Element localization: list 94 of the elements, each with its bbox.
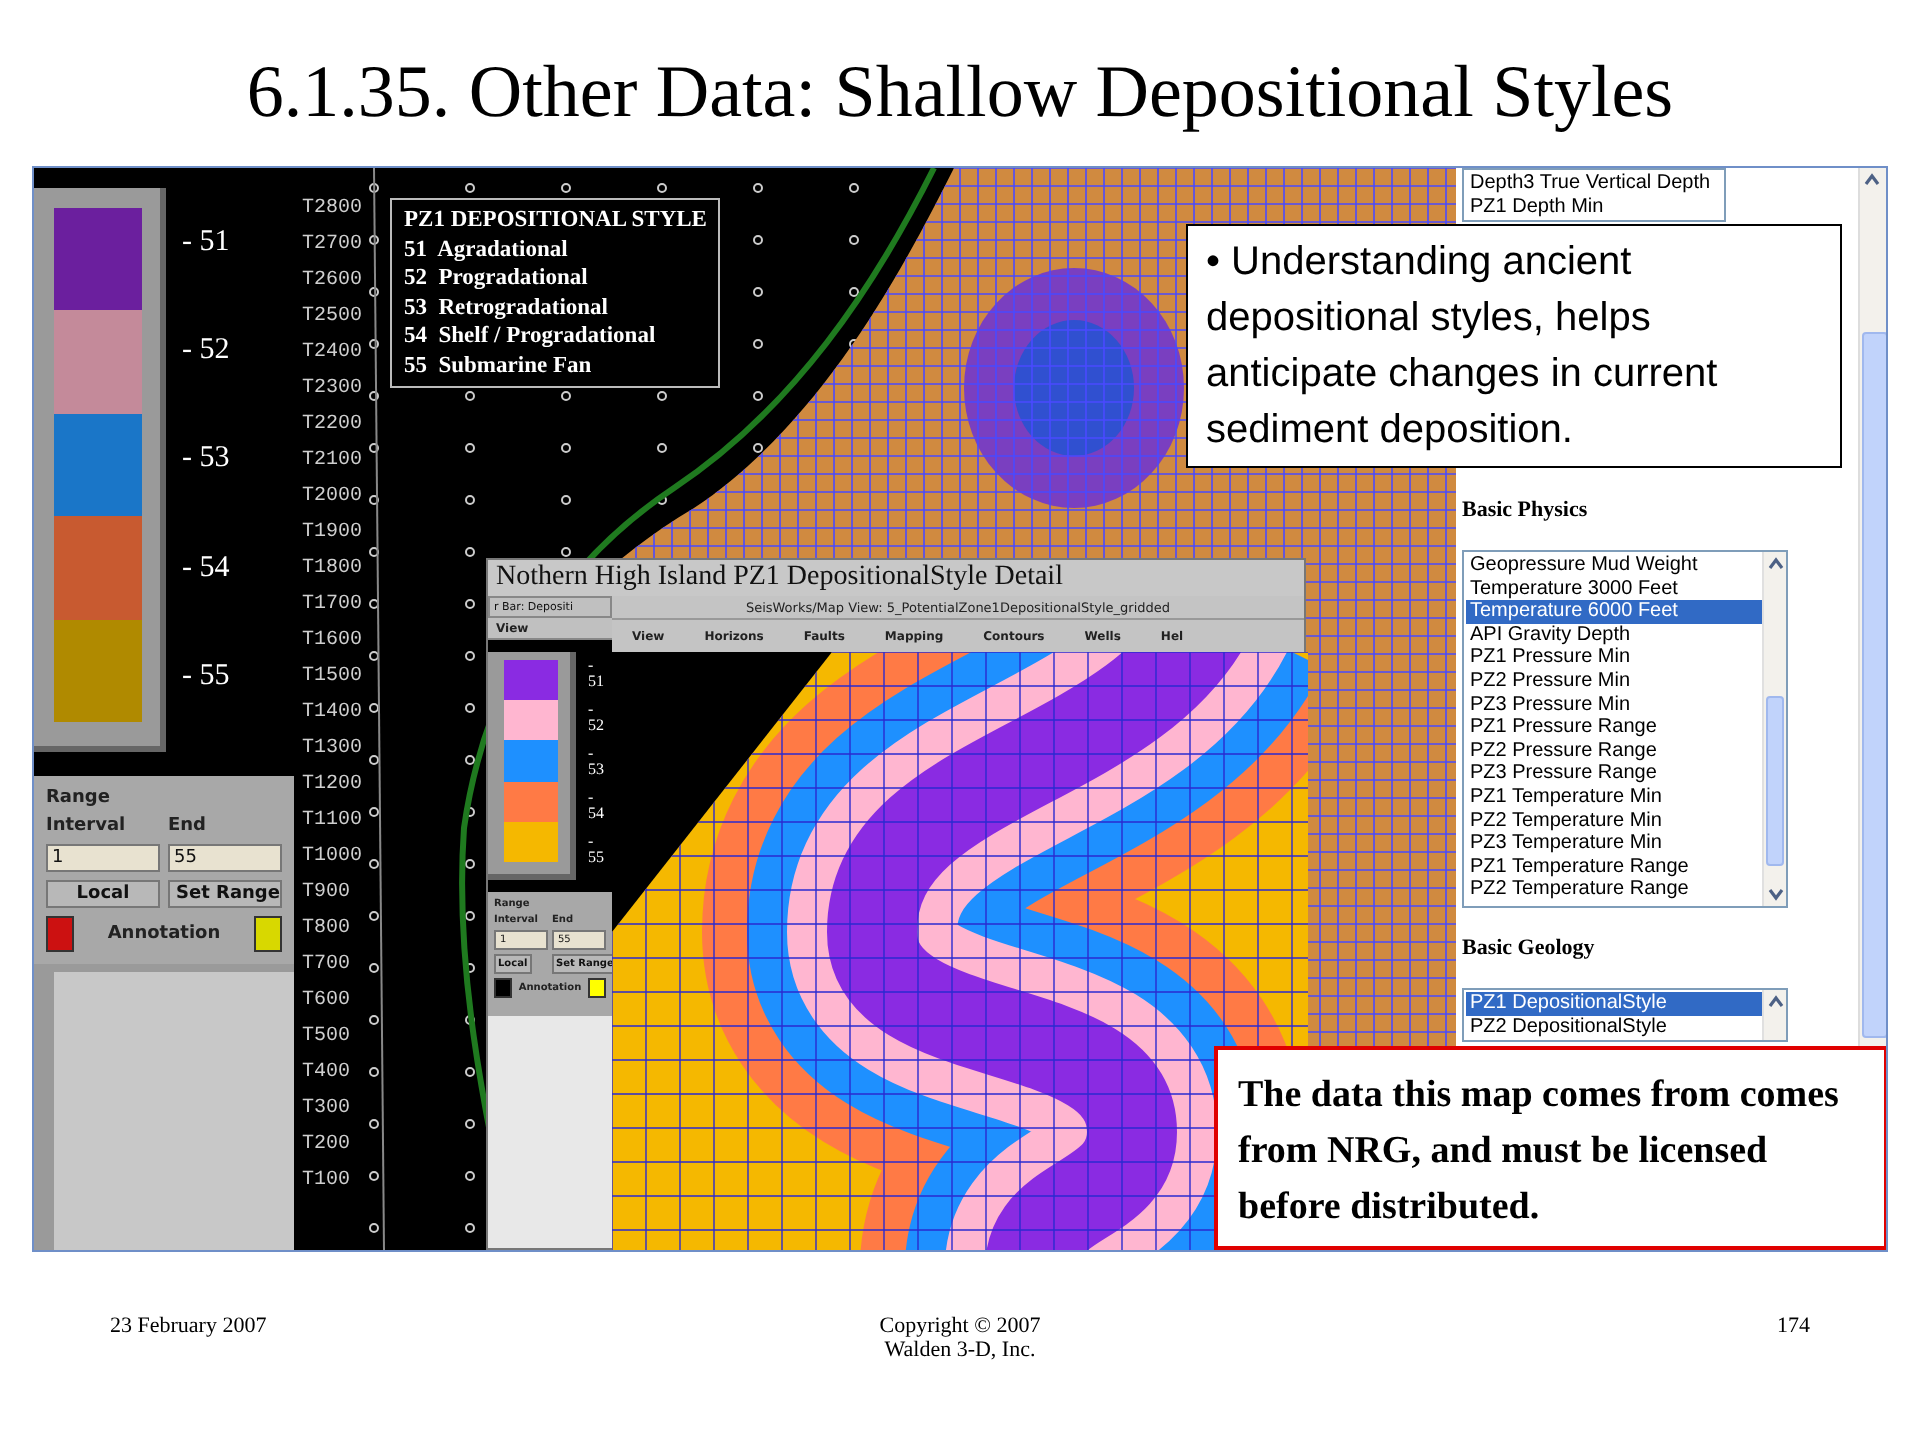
map-label: T1000 xyxy=(302,846,363,868)
list-item[interactable]: PZ1 DepositionalStyle xyxy=(1466,992,1762,1016)
map-label: T1400 xyxy=(302,702,363,724)
map-label: T1300 xyxy=(302,738,363,760)
list-item[interactable]: API Gravity Depth xyxy=(1466,623,1762,647)
section-heading: Basic Geology xyxy=(1462,936,1597,960)
range-heading: Range xyxy=(46,788,112,808)
list-item[interactable]: PZ1 Pressure Range xyxy=(1466,716,1762,740)
input-field[interactable]: 55 xyxy=(168,844,282,872)
list-box[interactable]: Depth3 True Vertical Depth PZ1 Depth Min xyxy=(1462,168,1726,222)
color-swatch[interactable] xyxy=(494,978,512,998)
map-label: T1700 xyxy=(302,594,363,616)
legend-title: PZ1 DEPOSITIONAL STYLE xyxy=(404,206,707,235)
map-label: T700 xyxy=(302,954,351,976)
scale-label: - 51 xyxy=(182,227,232,258)
list-item[interactable]: PZ2 Pressure Min xyxy=(1466,669,1762,694)
set-range-button[interactable]: Set Range xyxy=(168,880,282,908)
map-label: T600 xyxy=(302,990,351,1012)
map-label: T1100 xyxy=(302,810,363,832)
map-label: T1200 xyxy=(302,774,363,796)
scale-label: - 53 xyxy=(182,444,232,475)
list-item[interactable]: Temperature 6000 Feet xyxy=(1466,600,1762,624)
scale-label: - 54 xyxy=(588,790,606,822)
map-label: T2700 xyxy=(302,234,363,256)
scale-label: - 55 xyxy=(588,834,606,866)
scale-label: - 52 xyxy=(588,702,606,734)
input-field[interactable]: 1 xyxy=(46,844,160,872)
footer-copyright: Copyright © 2007 xyxy=(879,1314,1041,1338)
slide-title: 6.1.35. Other Data: Shallow Depositional Styles xyxy=(244,50,1676,138)
map-label: T1800 xyxy=(302,558,363,580)
map-label: T2800 xyxy=(302,198,363,220)
color-swatch[interactable] xyxy=(587,978,606,998)
list-item[interactable]: PZ1 Depth Min xyxy=(1466,195,1724,219)
field-label: Annotation xyxy=(107,924,221,944)
map-label: T2500 xyxy=(302,306,363,328)
map-label: T2400 xyxy=(302,342,363,364)
map-label: T1600 xyxy=(302,630,363,652)
scope-dropdown[interactable]: Local xyxy=(46,880,160,908)
scale-label: - 51 xyxy=(588,658,606,690)
legend-item: 53 Retrogradational xyxy=(404,293,611,322)
page-number: 174 xyxy=(1777,1314,1810,1342)
map-label: T900 xyxy=(302,882,351,904)
map-label: T2300 xyxy=(302,378,363,400)
list-item[interactable]: PZ3 Pressure Range xyxy=(1466,762,1762,786)
legend-item: 52 Progradational xyxy=(404,264,590,293)
scrollbar-thumb[interactable] xyxy=(1862,332,1886,1038)
map-label: T200 xyxy=(302,1134,351,1156)
list-box[interactable]: PZ1 DepositionalStyle PZ2 DepositionalStyle xyxy=(1462,988,1788,1042)
legend-item: 51 Agradational xyxy=(404,235,570,264)
map-label: T2600 xyxy=(302,270,363,292)
scroll-up-icon[interactable] xyxy=(1862,170,1882,190)
scale-label: - 52 xyxy=(182,336,232,367)
field-label: Interval xyxy=(46,816,128,836)
map-label: T2000 xyxy=(302,486,363,508)
scroll-up-icon[interactable] xyxy=(1766,992,1786,1012)
legend-item: 54 Shelf / Progradational xyxy=(404,322,658,351)
map-label: T1500 xyxy=(302,666,363,688)
scroll-up-icon[interactable] xyxy=(1766,554,1786,574)
list-item[interactable]: Temperature 3000 Feet xyxy=(1466,577,1762,601)
list-item[interactable]: PZ2 DepositionalStyle xyxy=(1466,1015,1762,1039)
field-label: End xyxy=(168,816,208,836)
scale-label: - 55 xyxy=(182,662,232,693)
list-item[interactable]: Geopressure Mud Weight xyxy=(1466,554,1762,578)
list-item[interactable]: PZ3 Pressure Min xyxy=(1466,693,1762,717)
scrollbar-thumb[interactable] xyxy=(1766,696,1784,866)
list-item[interactable]: PZ2 Pressure Range xyxy=(1466,739,1762,763)
map-label: T400 xyxy=(302,1062,351,1084)
footer-copyright: Walden 3-D, Inc. xyxy=(884,1338,1036,1362)
map-label: T2100 xyxy=(302,450,363,472)
list-item[interactable]: PZ1 Pressure Min xyxy=(1466,646,1762,670)
list-item[interactable]: Depth3 True Vertical Depth xyxy=(1466,172,1724,196)
footer-date: 23 February 2007 xyxy=(110,1314,267,1342)
map-label: T300 xyxy=(302,1098,351,1120)
map-label: T500 xyxy=(302,1026,351,1048)
list-item[interactable]: PZ2 Temperature Min xyxy=(1466,809,1762,833)
list-item[interactable]: PZ1 Temperature Min xyxy=(1466,785,1762,810)
window-title: Nothern High Island PZ1 DepositionalStyle Detail xyxy=(488,560,1304,596)
list-item[interactable]: PZ1 Temperature Range xyxy=(1466,855,1762,879)
list-item[interactable]: PZ2 Temperature Range xyxy=(1466,878,1762,902)
color-swatch[interactable] xyxy=(46,916,74,952)
section-heading: Basic Physics xyxy=(1462,498,1590,522)
scroll-down-icon[interactable] xyxy=(1766,884,1786,904)
map-label: T800 xyxy=(302,918,351,940)
map-label: T1900 xyxy=(302,522,363,544)
scale-label: - 54 xyxy=(182,553,232,584)
map-label: T100 xyxy=(302,1170,351,1192)
callout-text: • Understanding ancient depositional styles, helps anticipate changes in current sediment deposition. xyxy=(1186,224,1842,468)
list-box[interactable] xyxy=(1462,550,1788,908)
list-item[interactable]: PZ3 Temperature Min xyxy=(1466,832,1762,856)
note-text: The data this map comes from comes from NRG, and must be licensed before distributed. xyxy=(1214,1046,1886,1250)
map-label: T2200 xyxy=(302,414,363,436)
color-swatch[interactable] xyxy=(253,916,282,952)
scale-label: - 53 xyxy=(588,746,606,778)
legend-item: 55 Submarine Fan xyxy=(404,351,594,380)
